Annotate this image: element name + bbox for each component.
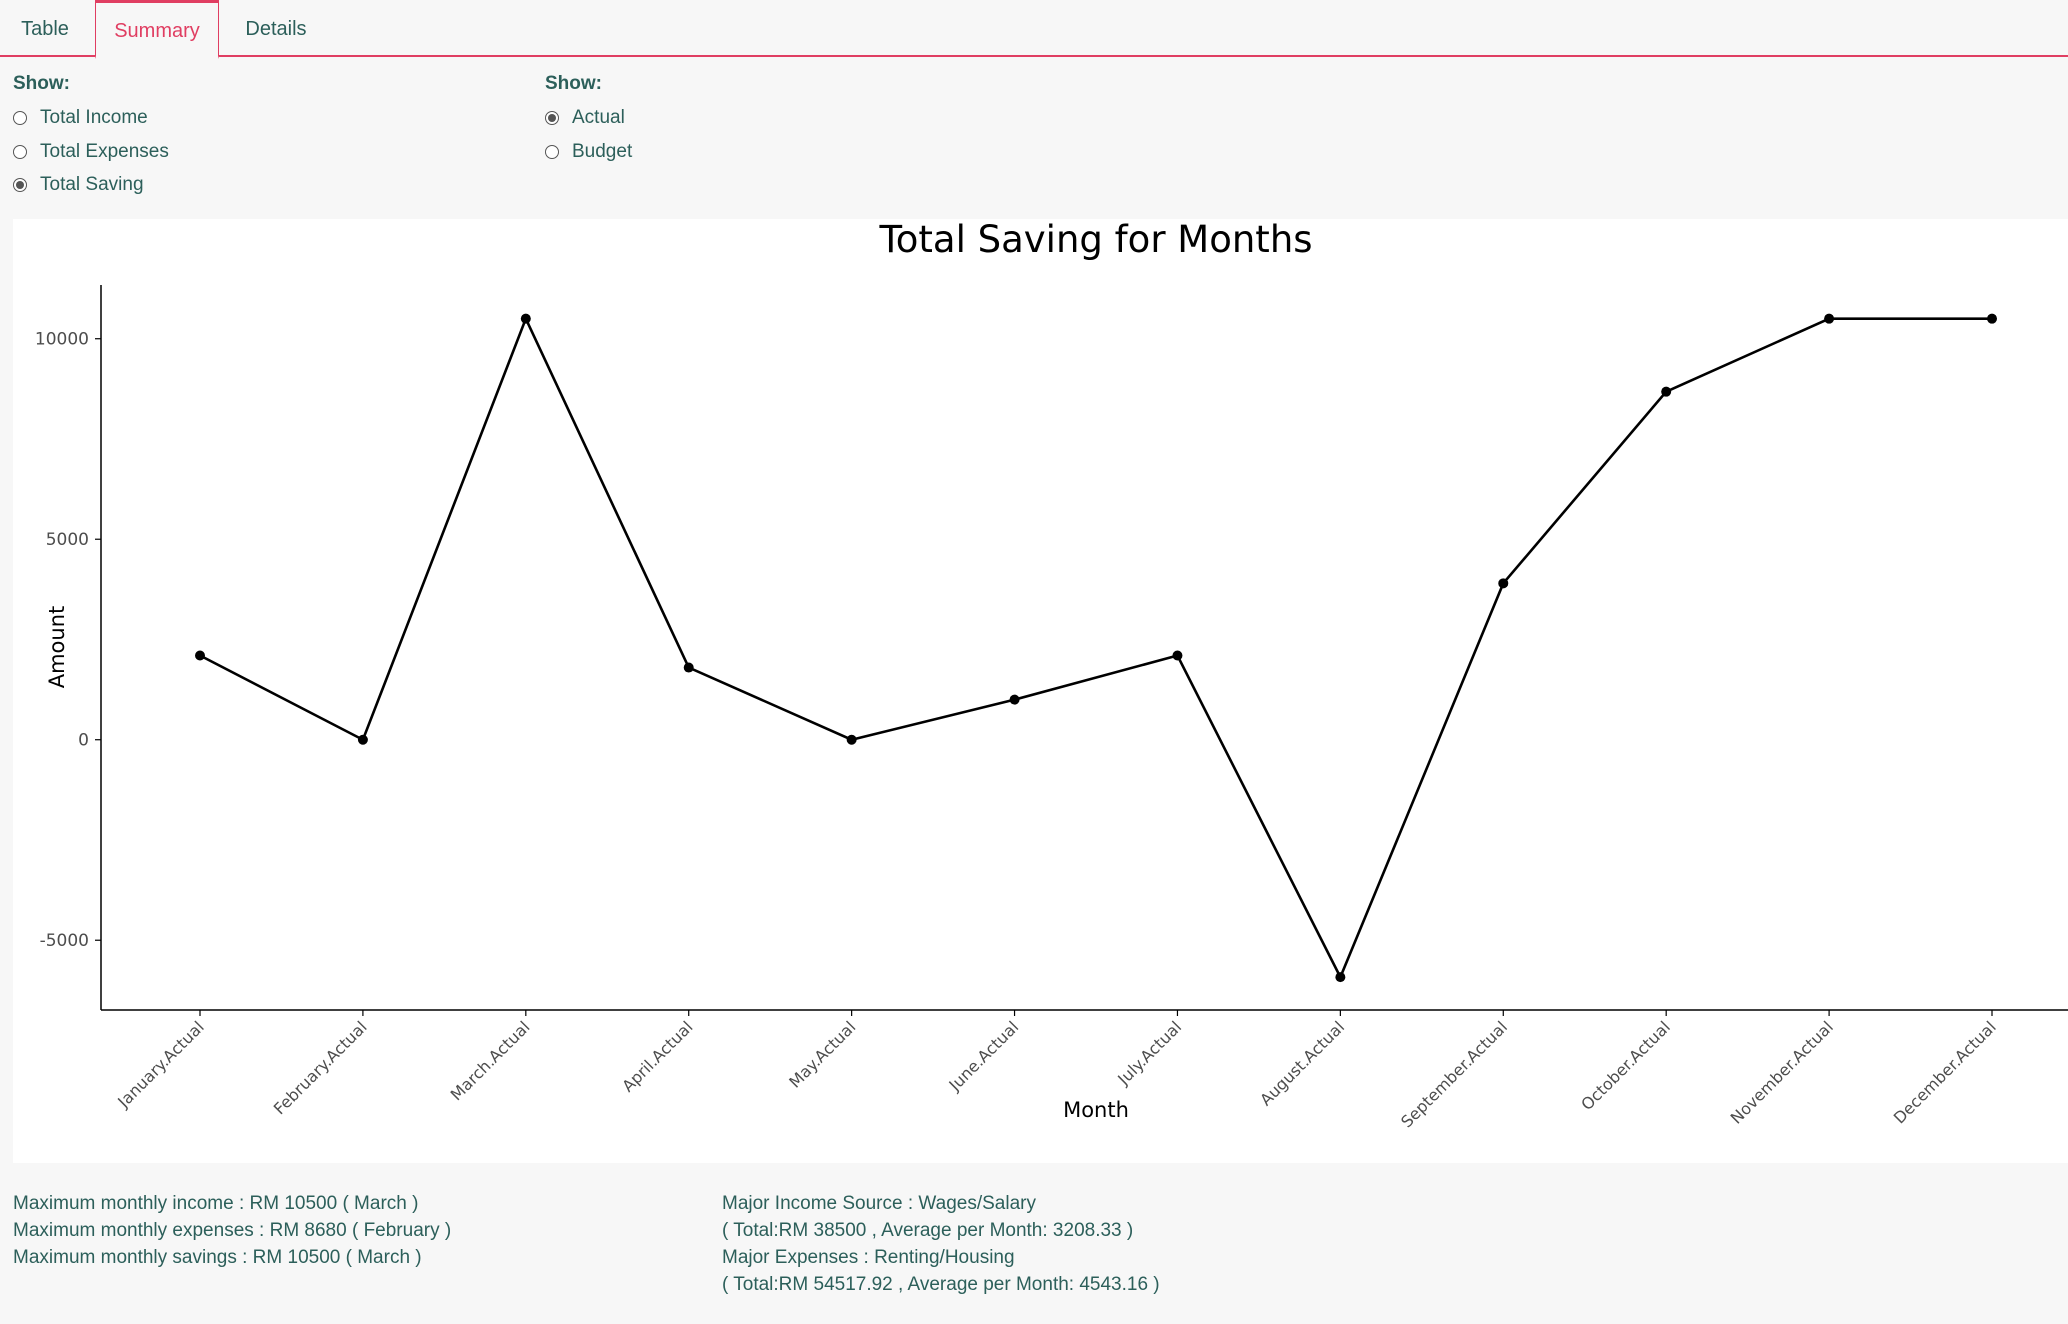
- radio-label: Total Income: [40, 107, 148, 128]
- major-expenses-text: Major Expenses : Renting/Housing: [722, 1247, 1015, 1268]
- x-tick-label: July.Actual: [1113, 1017, 1185, 1089]
- tab-bar: Table Summary Details: [0, 0, 2068, 59]
- x-tick-label: May.Actual: [785, 1017, 859, 1091]
- data-point: [195, 650, 205, 661]
- data-point: [1661, 386, 1672, 397]
- data-point: [1172, 650, 1183, 661]
- max-income-text: Maximum monthly income : RM 10500 ( Marc…: [13, 1193, 419, 1214]
- radio-label: Budget: [572, 141, 633, 162]
- radio-label: Actual: [572, 107, 625, 128]
- radio-indicator[interactable]: [13, 178, 27, 192]
- y-axis-label: Amount: [45, 606, 69, 689]
- data-point: [846, 734, 857, 745]
- radio-actual[interactable]: Actual: [545, 103, 625, 133]
- radio-indicator[interactable]: [545, 145, 559, 159]
- x-tick-label: June.Actual: [945, 1017, 1023, 1095]
- x-tick-label: November.Actual: [1727, 1017, 1837, 1127]
- x-tick-label: April.Actual: [618, 1017, 696, 1095]
- x-tick-label: September.Actual: [1397, 1017, 1511, 1131]
- y-tick-label: -5000: [40, 931, 89, 951]
- x-tick-label: August.Actual: [1256, 1017, 1348, 1109]
- radio-total-saving[interactable]: Total Saving: [13, 170, 144, 200]
- series-line: [199, 315, 1992, 981]
- max-expenses-text: Maximum monthly expenses : RM 8680 ( Feb…: [13, 1220, 452, 1241]
- radio-label: Total Expenses: [40, 141, 169, 162]
- radio-indicator[interactable]: [13, 111, 27, 125]
- x-tick-label: December.Actual: [1890, 1017, 2000, 1127]
- tab-table[interactable]: Table: [0, 0, 90, 57]
- radio-total-income[interactable]: Total Income: [13, 103, 148, 133]
- saving-chart: Total Saving for Months -5000 0 5000 10000 Am…: [13, 219, 2068, 1163]
- radio-indicator[interactable]: [545, 111, 559, 125]
- y-tick-label: 0: [78, 731, 89, 751]
- data-point: [1498, 578, 1509, 589]
- chart-svg: Total Saving for Months -5000 0 5000 10000 Am…: [35, 219, 2068, 1131]
- tab-details[interactable]: Details: [232, 0, 320, 57]
- data-point: [1987, 313, 1997, 324]
- show-measure-label: Show:: [13, 73, 70, 94]
- x-tick-label: January.Actual: [113, 1017, 207, 1111]
- x-axis-label: Month: [1063, 1098, 1129, 1122]
- chart-title: Total Saving for Months: [878, 219, 1312, 261]
- x-tick-label: February.Actual: [270, 1017, 371, 1118]
- show-type-label: Show:: [545, 73, 602, 94]
- max-savings-text: Maximum monthly savings : RM 10500 ( Mar…: [13, 1247, 422, 1268]
- data-point: [357, 734, 368, 745]
- data-point: [520, 313, 531, 324]
- income-total-average-text: ( Total:RM 38500 , Average per Month: 32…: [722, 1220, 1134, 1241]
- major-income-source-text: Major Income Source : Wages/Salary: [722, 1193, 1036, 1214]
- radio-budget[interactable]: Budget: [545, 137, 632, 167]
- radio-indicator[interactable]: [13, 145, 27, 159]
- data-point: [1009, 694, 1020, 705]
- radio-label: Total Saving: [40, 174, 144, 195]
- radio-total-expenses[interactable]: Total Expenses: [13, 137, 169, 167]
- x-tick-label: March.Actual: [447, 1017, 534, 1104]
- tab-summary[interactable]: Summary: [95, 0, 219, 59]
- data-point: [1824, 313, 1835, 324]
- expenses-total-average-text: ( Total:RM 54517.92 , Average per Month:…: [722, 1274, 1160, 1295]
- y-tick-label: 10000: [35, 330, 89, 350]
- x-tick-label: October.Actual: [1577, 1017, 1674, 1114]
- data-point: [683, 662, 694, 673]
- data-point: [1335, 972, 1346, 983]
- y-tick-label: 5000: [46, 530, 89, 550]
